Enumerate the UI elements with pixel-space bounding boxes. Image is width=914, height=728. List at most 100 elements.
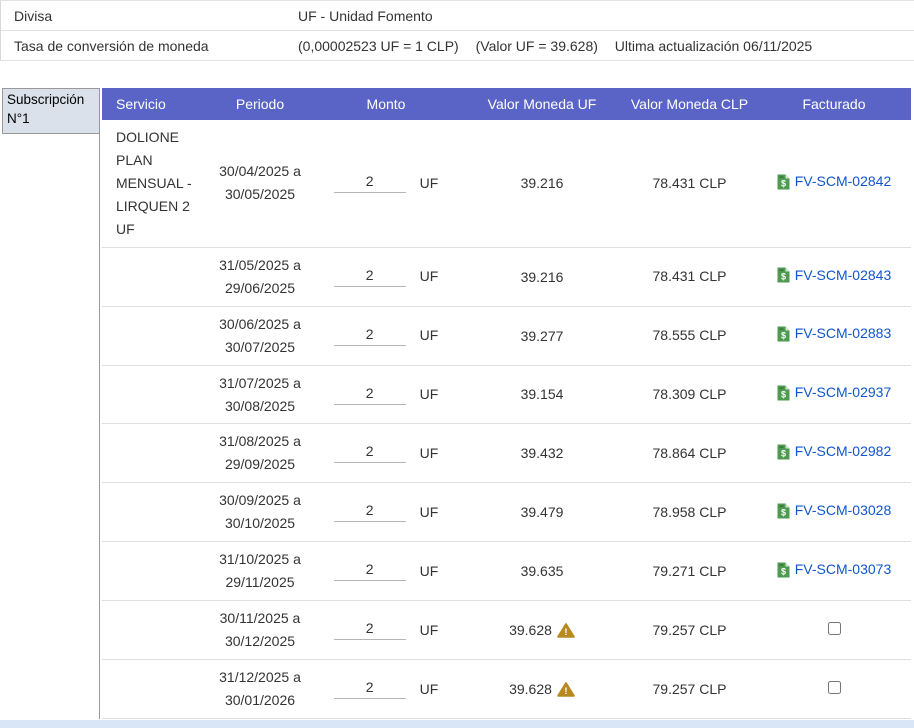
monto-input[interactable] [334, 326, 406, 346]
invoice-number: FV-SCM-02883 [795, 322, 891, 345]
invoice-link[interactable]: $FV-SCM-03028 [777, 499, 891, 522]
monto-input[interactable] [334, 385, 406, 405]
table-row: 31/10/2025 a 29/11/2025UF39.63579.271 CL… [102, 542, 911, 601]
unit-label: UF [420, 172, 439, 195]
monto-input[interactable] [334, 267, 406, 287]
invoice-icon: $ [777, 267, 790, 283]
valor-uf-value: 39.216 [521, 172, 564, 195]
monto-input[interactable] [334, 620, 406, 640]
unit-label: UF [420, 265, 439, 288]
svg-text:$: $ [781, 448, 786, 458]
servicio-cell [102, 601, 210, 660]
valor-uf-value: 39.216 [521, 266, 564, 289]
svg-text:$: $ [781, 178, 786, 188]
unit-label: UF [420, 383, 439, 406]
monto-input[interactable] [334, 173, 406, 193]
invoice-icon: $ [777, 562, 790, 578]
svg-text:$: $ [781, 389, 786, 399]
monto-input[interactable] [334, 443, 406, 463]
subscription-section: Subscripción N°1 Servicio Periodo Monto … [0, 88, 914, 719]
servicio-cell: DOLIONE PLAN MENSUAL - LIRQUEN 2 UF [102, 120, 210, 247]
header-monto: Monto [310, 88, 462, 120]
invoice-icon: $ [777, 503, 790, 519]
servicio-cell [102, 365, 210, 424]
valor-uf-cell: 39.628! [462, 660, 622, 719]
svg-text:$: $ [781, 271, 786, 281]
monto-cell: UF [310, 660, 462, 719]
facturado-cell: $ FV-SCM-02883 [757, 306, 911, 365]
valor-uf-value: 39.635 [521, 560, 564, 583]
valor-clp-cell: 79.257 CLP [622, 660, 757, 719]
unit-label: UF [420, 324, 439, 347]
table-row: 31/12/2025 a 30/01/2026UF39.628!79.257 C… [102, 660, 911, 719]
invoice-number: FV-SCM-02982 [795, 440, 891, 463]
tasa-value: (0,00002523 UF = 1 CLP) (Valor UF = 39.6… [298, 38, 825, 54]
servicio-cell [102, 424, 210, 483]
invoice-number: FV-SCM-02843 [795, 264, 891, 287]
valor-clp-cell: 78.958 CLP [622, 483, 757, 542]
monto-input[interactable] [334, 561, 406, 581]
servicio-cell [102, 542, 210, 601]
periodo-cell: 30/11/2025 a 30/12/2025 [210, 601, 310, 660]
valor-clp-cell: 79.271 CLP [622, 542, 757, 601]
facturado-checkbox[interactable] [828, 622, 841, 635]
subscription-label: Subscripción N°1 [2, 88, 99, 134]
invoice-link[interactable]: $FV-SCM-02842 [777, 170, 891, 193]
billing-table: Servicio Periodo Monto Valor Moneda UF V… [102, 88, 911, 719]
valor-uf-value: 39.628 [509, 678, 552, 701]
divisa-value-text: UF - Unidad Fomento [298, 8, 433, 24]
tasa-rate-text: (0,00002523 UF = 1 CLP) [298, 38, 459, 54]
valor-uf-cell: 39.216 [462, 120, 622, 247]
valor-uf-value: 39.432 [521, 442, 564, 465]
warning-icon: ! [557, 682, 575, 697]
header-valor-moneda-uf: Valor Moneda UF [462, 88, 622, 120]
periodo-cell: 31/12/2025 a 30/01/2026 [210, 660, 310, 719]
valor-clp-cell: 79.257 CLP [622, 601, 757, 660]
facturado-checkbox[interactable] [828, 681, 841, 694]
servicio-cell [102, 483, 210, 542]
header-valor-moneda-clp: Valor Moneda CLP [622, 88, 757, 120]
valor-uf-cell: 39.216 [462, 247, 622, 306]
invoice-link[interactable]: $FV-SCM-03073 [777, 558, 891, 581]
facturado-cell: $FV-SCM-03073 [757, 542, 911, 601]
header-facturado: Facturado [757, 88, 911, 120]
invoice-icon: $ [777, 174, 790, 190]
svg-text:$: $ [781, 330, 786, 340]
header-periodo: Periodo [210, 88, 310, 120]
periodo-cell: 30/09/2025 a 30/10/2025 [210, 483, 310, 542]
invoice-link[interactable]: $ FV-SCM-02982 [777, 440, 891, 463]
valor-uf-value: 39.628 [509, 619, 552, 642]
divisa-label: Divisa [1, 8, 298, 24]
periodo-cell: 30/04/2025 a 30/05/2025 [210, 120, 310, 247]
monto-cell: UF [310, 120, 462, 247]
facturado-cell: $ FV-SCM-02843 [757, 247, 911, 306]
valor-uf-cell: 39.277 [462, 306, 622, 365]
monto-input[interactable] [334, 502, 406, 522]
table-row: 31/05/2025 a 29/06/2025UF39.21678.431 CL… [102, 247, 911, 306]
servicio-cell [102, 247, 210, 306]
subscription-sidebar: Subscripción N°1 [0, 88, 100, 719]
monto-cell: UF [310, 306, 462, 365]
valor-clp-cell: 78.431 CLP [622, 247, 757, 306]
valor-clp-cell: 78.555 CLP [622, 306, 757, 365]
valor-uf-value: 39.154 [521, 383, 564, 406]
invoice-link[interactable]: $ FV-SCM-02883 [777, 322, 891, 345]
next-section-edge [0, 720, 914, 728]
svg-text:!: ! [564, 686, 567, 697]
divisa-value: UF - Unidad Fomento [298, 8, 446, 24]
table-header-row: Servicio Periodo Monto Valor Moneda UF V… [102, 88, 911, 120]
header-servicio: Servicio [102, 88, 210, 120]
invoice-link[interactable]: $ FV-SCM-02937 [777, 381, 891, 404]
monto-cell: UF [310, 247, 462, 306]
valor-uf-value: 39.277 [521, 325, 564, 348]
invoice-number: FV-SCM-02937 [795, 381, 891, 404]
unit-label: UF [420, 560, 439, 583]
monto-input[interactable] [334, 679, 406, 699]
facturado-cell: $FV-SCM-02842 [757, 120, 911, 247]
table-row: 30/11/2025 a 30/12/2025UF39.628!79.257 C… [102, 601, 911, 660]
servicio-cell [102, 660, 210, 719]
table-row: 30/06/2025 a 30/07/2025UF39.27778.555 CL… [102, 306, 911, 365]
invoice-link[interactable]: $ FV-SCM-02843 [777, 264, 891, 287]
periodo-cell: 31/07/2025 a 30/08/2025 [210, 365, 310, 424]
unit-label: UF [420, 619, 439, 642]
